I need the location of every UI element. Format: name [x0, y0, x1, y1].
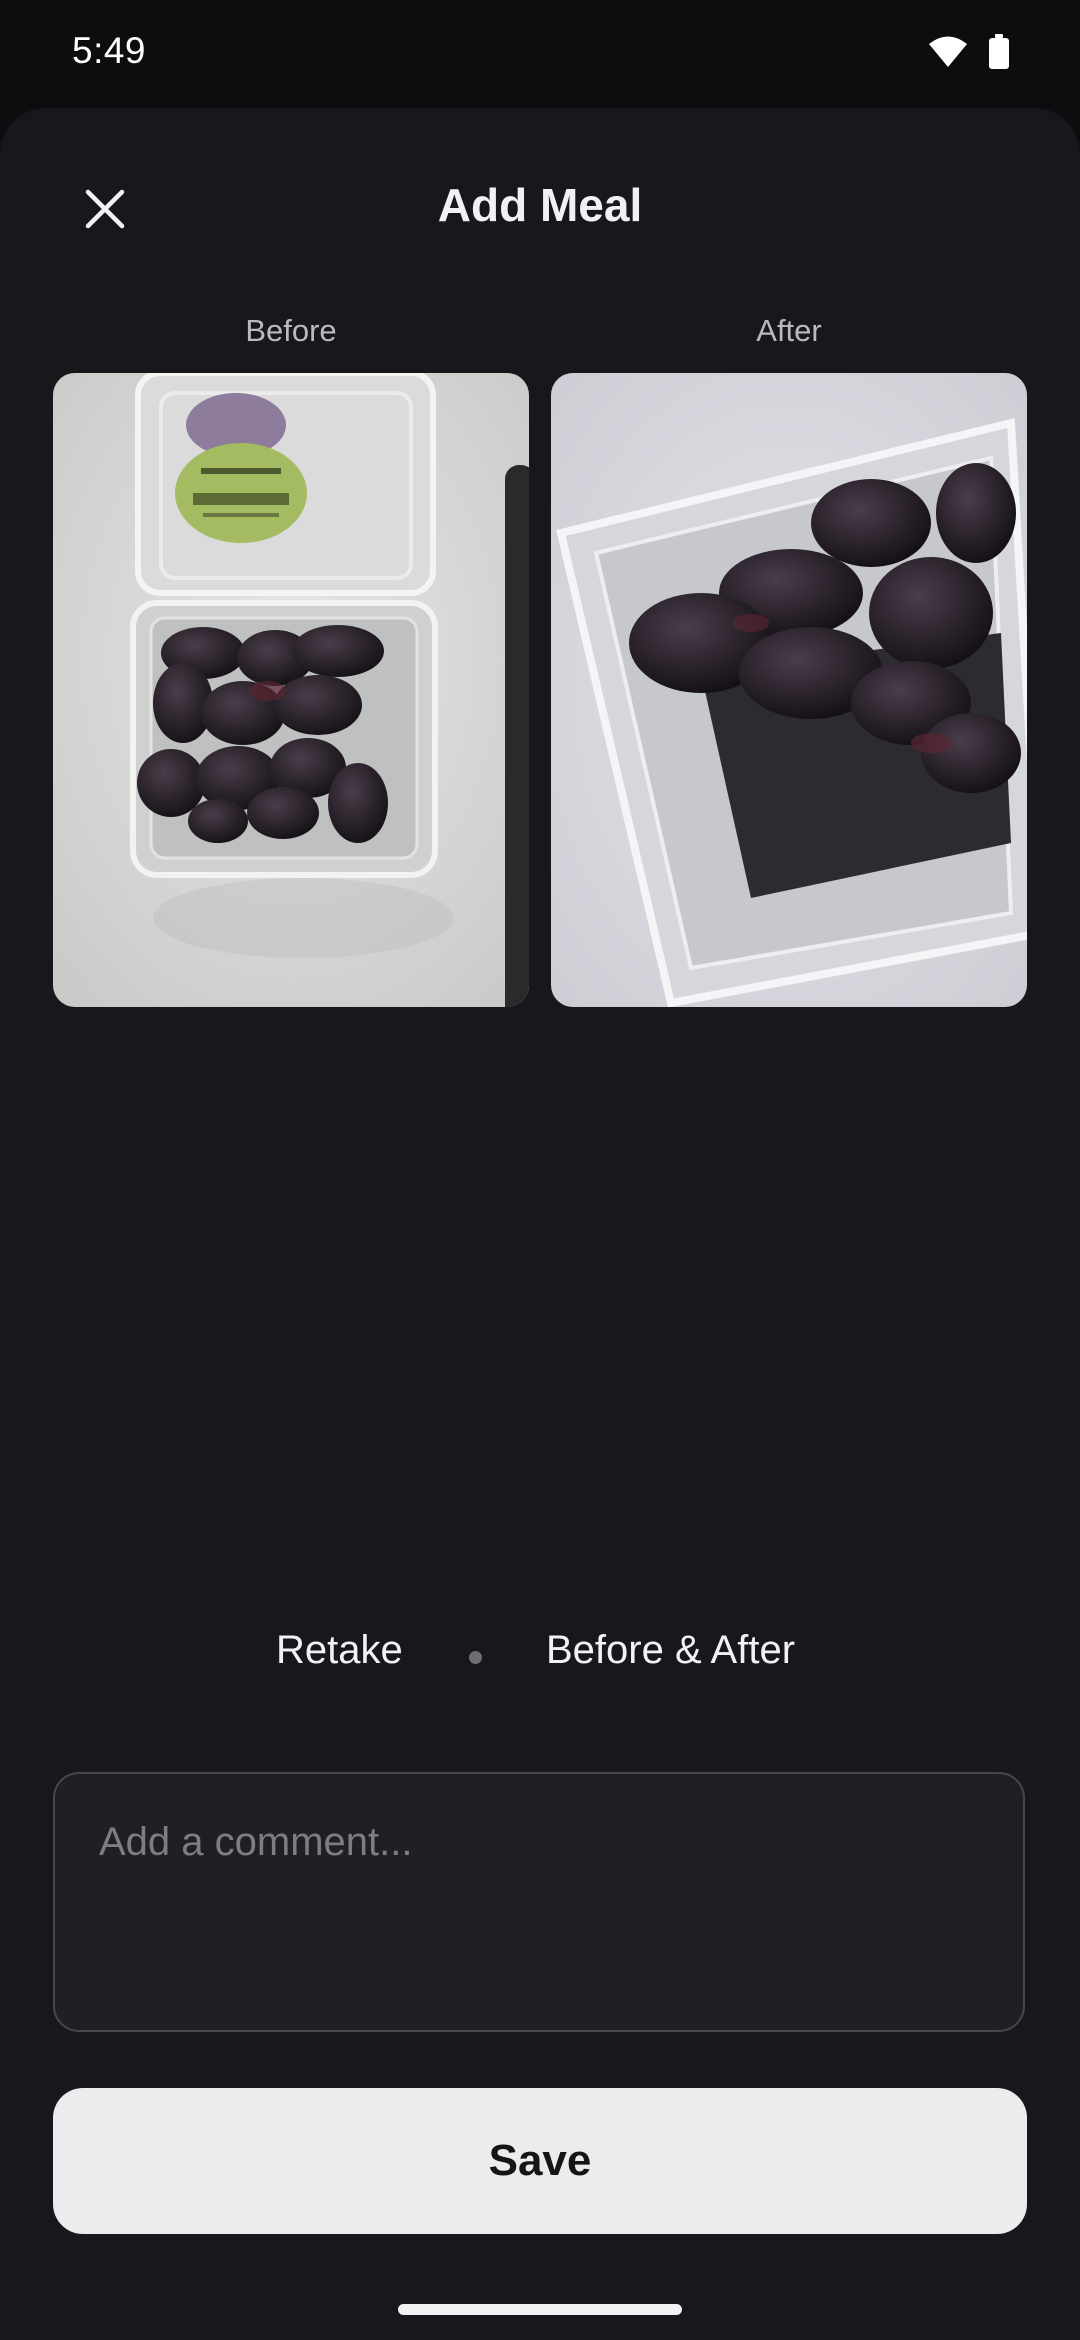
save-button[interactable]: Save — [53, 2088, 1027, 2234]
before-after-button[interactable]: Before & After — [546, 1628, 795, 1673]
after-label: After — [756, 313, 822, 348]
before-photo[interactable] — [53, 373, 529, 1007]
add-meal-sheet: Add Meal Before After Retake Before & Af… — [0, 108, 1080, 2340]
comment-input[interactable] — [97, 1818, 981, 2002]
status-time: 5:49 — [72, 30, 147, 71]
separator-dot — [469, 1651, 482, 1664]
before-label: Before — [245, 313, 337, 348]
page-title: Add Meal — [437, 179, 643, 231]
wifi-icon — [928, 36, 968, 73]
home-indicator[interactable] — [398, 2304, 682, 2315]
retake-button[interactable]: Retake — [276, 1628, 403, 1673]
comment-box — [53, 1772, 1025, 2032]
after-photo[interactable] — [551, 373, 1027, 1007]
battery-icon — [988, 34, 1010, 75]
status-bar: 5:49 — [0, 0, 1080, 108]
status-icons — [928, 34, 1010, 75]
photo-actions: Retake Before & After — [0, 1628, 1080, 1708]
